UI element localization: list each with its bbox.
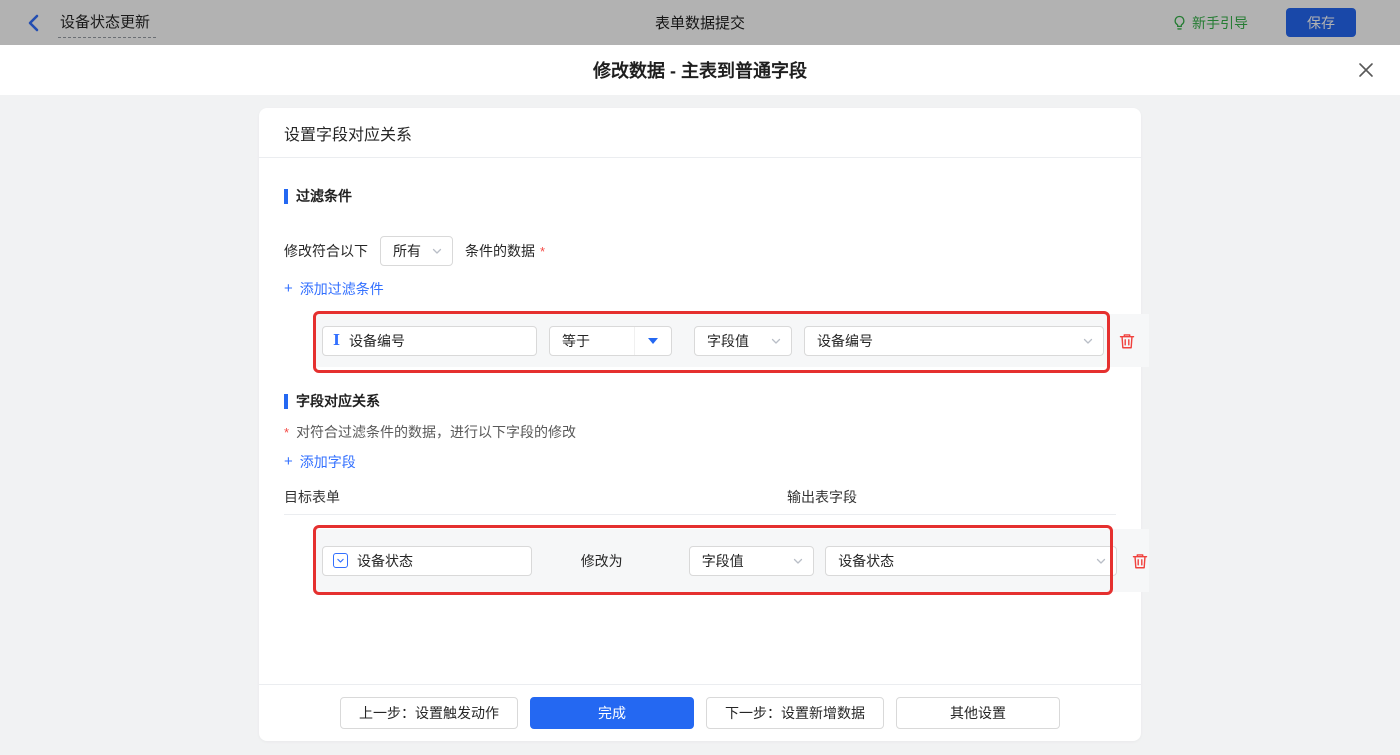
match-suffix-label: 条件的数据 <box>465 243 535 259</box>
chevron-down-icon <box>1096 558 1106 564</box>
mapping-column-headers: 目标表单 输出表字段 <box>284 490 1116 504</box>
required-asterisk: * <box>540 243 546 259</box>
done-button[interactable]: 完成 <box>530 697 694 729</box>
modal-header: 修改数据 - 主表到普通字段 <box>0 45 1400 95</box>
chevron-down-icon <box>1083 338 1093 344</box>
plus-icon: + <box>284 453 293 470</box>
previous-step-button[interactable]: 上一步：设置触发动作 <box>340 697 518 729</box>
filter-condition-row: I 设备编号 等于 字段值 设备编号 <box>313 311 1149 373</box>
section-marker <box>284 189 288 204</box>
modify-to-label: 修改为 <box>580 552 623 569</box>
target-field-input[interactable]: 设备状态 <box>322 545 532 576</box>
filter-section-title: 过滤条件 <box>284 189 1116 204</box>
filter-value-select[interactable]: 设备编号 <box>804 325 1104 356</box>
card-header-title: 设置字段对应关系 <box>259 108 1141 158</box>
modal-title: 修改数据 - 主表到普通字段 <box>593 61 807 81</box>
value-type-select[interactable]: 字段值 <box>688 545 815 576</box>
divider <box>284 514 1116 515</box>
chevron-down-icon <box>432 248 442 254</box>
mapping-section-title: 字段对应关系 <box>284 394 1116 409</box>
operator-select[interactable]: 等于 <box>549 325 672 356</box>
delete-condition-button[interactable] <box>1118 332 1136 350</box>
next-step-button[interactable]: 下一步：设置新增数据 <box>706 697 884 729</box>
field-mapping-row: 设备状态 修改为 字段值 设备状态 <box>313 525 1149 595</box>
other-settings-button[interactable]: 其他设置 <box>896 697 1060 729</box>
chevron-down-icon <box>794 558 803 564</box>
section-marker <box>284 394 288 409</box>
plus-icon: + <box>284 280 293 297</box>
value-type-select[interactable]: 字段值 <box>694 325 792 356</box>
modify-data-modal: 修改数据 - 主表到普通字段 设置字段对应关系 过滤条件 修改符合以下 所有 条… <box>0 45 1400 755</box>
filter-field-input[interactable]: I 设备编号 <box>322 325 537 356</box>
close-icon[interactable] <box>1356 60 1376 80</box>
match-mode-select[interactable]: 所有 <box>380 236 453 266</box>
trash-icon <box>1119 333 1135 348</box>
mapping-note: * 对符合过滤条件的数据，进行以下字段的修改 <box>284 424 577 441</box>
caret-down-icon <box>648 337 658 344</box>
column-output-field: 输出表字段 <box>787 489 857 505</box>
topbar-dim-overlay <box>0 0 1400 45</box>
required-asterisk: * <box>284 425 290 440</box>
card-footer: 上一步：设置触发动作 完成 下一步：设置新增数据 其他设置 <box>259 684 1141 741</box>
match-prefix-label: 修改符合以下 <box>284 243 368 259</box>
add-field-link[interactable]: + 添加字段 <box>284 452 356 472</box>
column-target-form: 目标表单 <box>284 489 340 505</box>
operator-caret-zone[interactable] <box>634 326 671 355</box>
delete-field-button[interactable] <box>1131 552 1149 570</box>
match-condition-line: 修改符合以下 所有 条件的数据 * <box>284 236 1116 266</box>
field-mapping-card: 设置字段对应关系 过滤条件 修改符合以下 所有 条件的数据 * + 添加过滤条件 <box>259 108 1149 741</box>
add-filter-condition-link[interactable]: + 添加过滤条件 <box>284 279 384 299</box>
output-field-select[interactable]: 设备状态 <box>825 545 1117 576</box>
dropdown-field-icon <box>333 553 348 568</box>
text-field-icon: I <box>333 331 341 349</box>
chevron-down-icon <box>771 338 781 344</box>
trash-icon <box>1132 553 1148 568</box>
